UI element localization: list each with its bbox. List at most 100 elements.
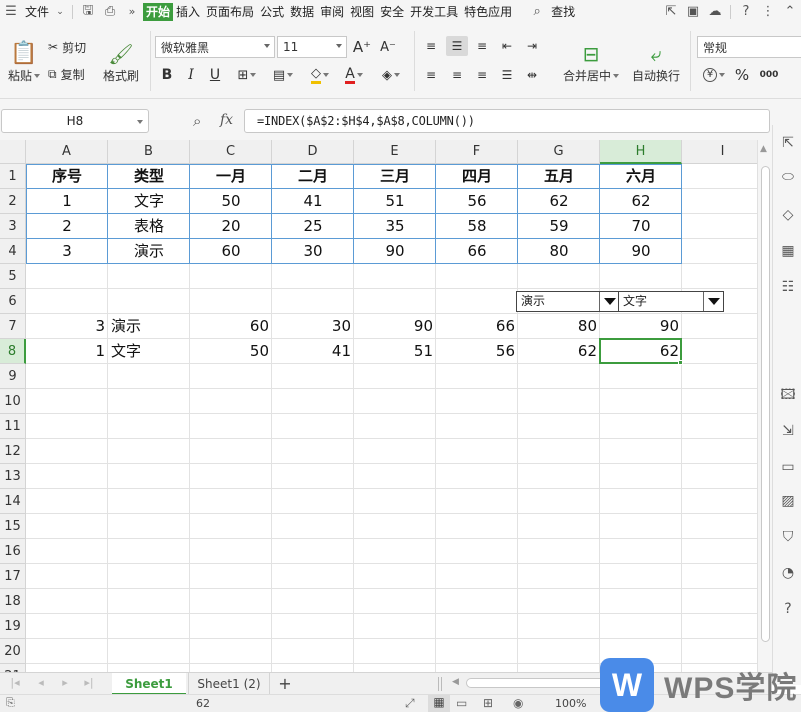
more-icon[interactable]: » [124,4,140,20]
row-header[interactable]: 20 [0,639,26,664]
table-header-cell[interactable]: 四月 [436,164,518,189]
result-cell[interactable]: 60 [190,314,272,339]
page-layout-view-icon[interactable]: ▭ [456,696,467,710]
wrap-text-button[interactable]: ⤶ 自动换行 [628,35,684,89]
row-header[interactable]: 16 [0,539,26,564]
row-header[interactable]: 6 [0,289,26,314]
font-size-select[interactable]: 11 [277,36,347,58]
column-header[interactable]: C [190,140,272,164]
table-header-cell[interactable]: 三月 [354,164,436,189]
tab-data[interactable]: 数据 [287,3,317,21]
selected-cell[interactable] [599,338,682,364]
tab-special-apps[interactable]: 特色应用 [461,3,515,21]
border-button[interactable]: ⊞ [234,65,260,85]
cut-button[interactable]: ✂ 剪切 [48,37,86,57]
spreadsheet-grid[interactable]: ABCDEFGHI 1 2 3 4 5 6 7 8 9 10 11 12 13 14 15 16 17 18 19 2… [0,140,757,672]
row-header[interactable]: 14 [0,489,26,514]
table-cell[interactable]: 25 [272,214,354,239]
shield-icon[interactable]: ⛉ [780,529,796,545]
type-dropdown-g6[interactable]: 演示 [516,291,620,312]
share-icon[interactable]: ⇱ [663,4,679,20]
align-center-button[interactable]: ≡ [448,66,466,84]
table-cell[interactable]: 51 [354,189,436,214]
row-header[interactable]: 12 [0,439,26,464]
distribute-button[interactable]: ⇹ [523,66,541,84]
align-top-button[interactable]: ≡ [422,37,440,55]
column-header[interactable]: A [26,140,108,164]
row-header[interactable]: 8 [0,339,26,364]
style-icon[interactable]: ◇ [780,207,796,223]
tab-developer[interactable]: 开发工具 [407,3,461,21]
tab-formulas[interactable]: 公式 [257,3,287,21]
table-header-cell[interactable]: 一月 [190,164,272,189]
scroll-up-icon[interactable]: ▲ [760,144,767,154]
next-sheet-icon[interactable]: ▸ [58,676,72,690]
dropdown-arrow-icon[interactable] [703,292,723,311]
backup-icon[interactable]: ◔ [780,565,796,581]
percent-button[interactable]: % [733,65,751,85]
row-header[interactable]: 5 [0,264,26,289]
table-cell[interactable]: 58 [436,214,518,239]
row-header[interactable]: 11 [0,414,26,439]
chevron-down-icon[interactable]: ⌄ [55,4,65,20]
column-header[interactable]: B [108,140,190,164]
tab-page-layout[interactable]: 页面布局 [203,3,257,21]
result-cell[interactable]: 90 [354,314,436,339]
paste-button[interactable]: 📋 粘贴 [4,35,44,89]
row-header[interactable]: 17 [0,564,26,589]
align-bottom-button[interactable]: ≡ [473,37,491,55]
expand-icon[interactable]: ⤢ [405,696,415,711]
help-icon[interactable]: ? [780,601,796,617]
result-cell[interactable]: 3 [26,314,108,339]
align-middle-button[interactable]: ☰ [446,36,468,56]
result-cell[interactable]: 演示 [108,314,190,339]
table-cell[interactable]: 90 [600,239,682,264]
tab-split-handle[interactable] [438,677,442,691]
shapes-icon[interactable]: ⬭ [780,169,796,185]
dropdown-arrow-icon[interactable] [599,292,619,311]
table-cell[interactable]: 66 [436,239,518,264]
merge-center-button[interactable]: ⊟ 合并居中 [559,35,623,89]
image-icon[interactable]: ▨ [780,493,796,509]
bold-button[interactable]: B [159,65,175,85]
table-cell[interactable]: 表格 [108,214,190,239]
result-cell[interactable]: 1 [26,339,108,364]
export-icon[interactable]: ⇲ [780,423,796,439]
file-menu[interactable]: 文件 [22,3,52,21]
table-cell[interactable]: 90 [354,239,436,264]
row-header[interactable]: 7 [0,314,26,339]
table-icon[interactable]: ▦ [780,243,796,259]
column-header[interactable]: F [436,140,518,164]
table-header-cell[interactable]: 二月 [272,164,354,189]
vertical-scrollbar[interactable]: ▲ [757,140,772,672]
grow-font-button[interactable]: A⁺ [352,37,372,57]
name-box[interactable]: H8 [1,109,149,133]
save-icon[interactable]: 🖫 [80,3,96,20]
horizontal-scrollbar[interactable]: ◀ [452,676,612,691]
result-cell[interactable]: 62 [518,339,600,364]
justify-button[interactable]: ☰ [498,66,516,84]
table-cell[interactable]: 56 [436,189,518,214]
add-sheet-button[interactable]: + [274,673,296,695]
search-button[interactable]: 查找 [548,3,578,21]
column-header[interactable]: E [354,140,436,164]
tab-home[interactable]: 开始 [143,2,174,21]
cloud-icon[interactable]: ☁ [707,4,723,20]
row-header[interactable]: 9 [0,364,26,389]
vertical-scroll-thumb[interactable] [761,166,770,642]
prev-sheet-icon[interactable]: ◂ [34,676,48,690]
cursor-icon[interactable]: ⇱ [780,135,796,151]
increase-indent-button[interactable]: ⇥ [523,37,541,55]
format-painter-button[interactable]: 🖌 格式刷 [100,35,142,89]
print-preview-icon[interactable]: ⎙ [102,4,118,20]
column-header[interactable]: D [272,140,354,164]
table-cell[interactable]: 2 [26,214,108,239]
table-cell[interactable]: 60 [190,239,272,264]
column-header[interactable]: H [600,140,682,164]
type-dropdown-h6[interactable]: 文字 [618,291,724,312]
calendar-icon[interactable]: ▣ [685,4,701,20]
table-cell[interactable]: 3 [26,239,108,264]
sheet-tab-sheet1-2[interactable]: Sheet1 (2) [188,673,270,695]
currency-button[interactable]: ¥ [700,65,728,85]
table-cell[interactable]: 演示 [108,239,190,264]
